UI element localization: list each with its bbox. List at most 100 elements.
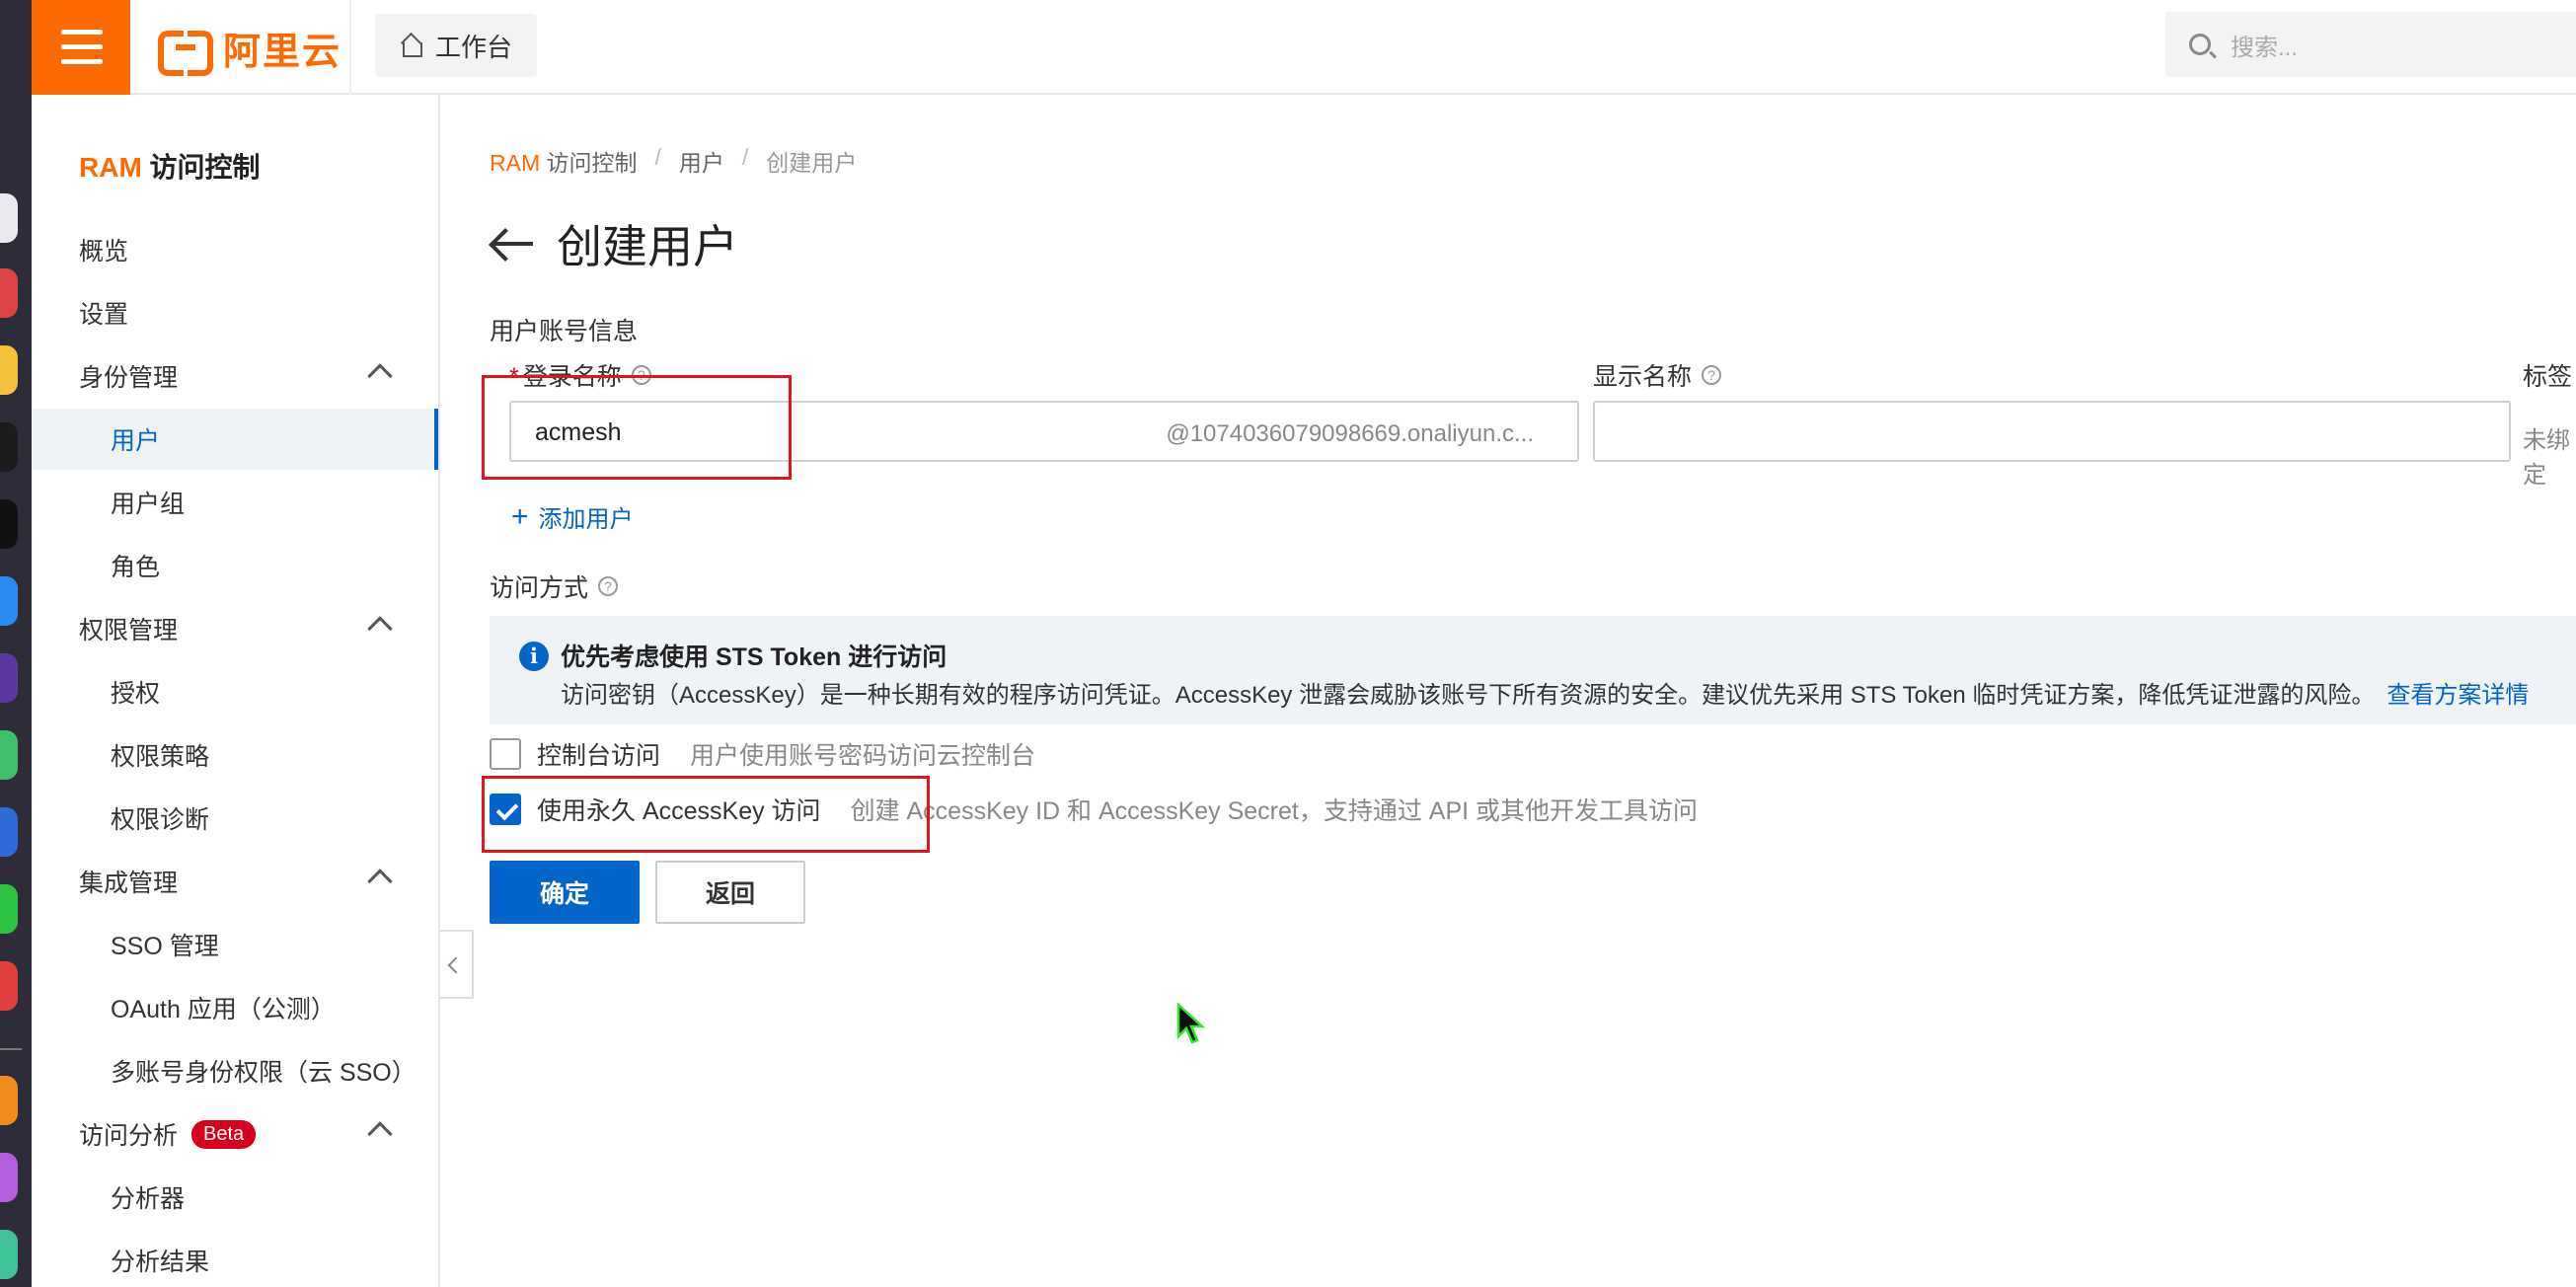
access-method-label: 访问方式 ? [490, 568, 619, 604]
confirm-button[interactable]: 确定 [490, 861, 640, 924]
aliyun-logo[interactable]: 阿里云 [158, 22, 342, 76]
breadcrumb-separator: / [741, 144, 749, 170]
sidebar-title-ram: RAM [79, 152, 142, 183]
dock-app-icon[interactable] [0, 1230, 18, 1279]
dock-app-icon[interactable] [0, 807, 18, 857]
back-arrow-icon[interactable] [490, 229, 535, 259]
info-icon: i [519, 642, 549, 671]
topbar-divider [349, 0, 351, 95]
breadcrumb-separator: / [654, 144, 661, 170]
breadcrumb-ram: RAM [490, 150, 541, 176]
dock-app-icon[interactable] [0, 576, 18, 626]
page-title: 创建用户 [557, 221, 738, 272]
breadcrumb-current: 创建用户 [766, 150, 858, 176]
macos-dock [0, 0, 32, 1287]
workbench-button[interactable]: 工作台 [375, 14, 537, 77]
sidebar-item-user-groups[interactable]: 用户组 [32, 472, 438, 533]
sidebar-item-oauth[interactable]: OAuth 应用（公测） [32, 977, 438, 1038]
sidebar-item-analysis-results[interactable]: 分析结果 [32, 1230, 438, 1287]
sidebar-item-label: 访问分析 [79, 1122, 179, 1150]
breadcrumb-root[interactable]: RAM 访问控制 [490, 144, 638, 178]
dock-app-icon[interactable] [0, 422, 18, 472]
sidebar-group-integration[interactable]: 集成管理 [32, 851, 438, 912]
logo-text: 阿里云 [223, 31, 342, 73]
sidebar: RAM 访问控制 概览 设置 身份管理 用户 用户组 角色 权限管理 授权 权限… [32, 95, 440, 1287]
chevron-up-icon [367, 363, 393, 389]
sidebar-item-label: 权限诊断 [111, 806, 210, 834]
workbench-label: 工作台 [434, 32, 512, 62]
accesskey-access-desc: 创建 AccessKey ID 和 AccessKey Secret，支持通过 … [850, 797, 1699, 825]
sidebar-item-label: 权限策略 [111, 743, 210, 771]
sidebar-group-identity[interactable]: 身份管理 [32, 345, 438, 407]
help-icon[interactable]: ? [1702, 365, 1722, 385]
section-account-info: 用户账号信息 [490, 318, 639, 345]
sidebar-item-label: 角色 [111, 554, 161, 581]
sidebar-title: RAM 访问控制 [79, 146, 261, 186]
dock-app-icon[interactable] [0, 1076, 18, 1125]
display-name-label: 显示名称 ? [1593, 357, 1722, 393]
console-access-checkbox[interactable] [490, 738, 521, 770]
sidebar-item-diagnosis[interactable]: 权限诊断 [32, 788, 438, 849]
sidebar-item-roles[interactable]: 角色 [32, 535, 438, 596]
breadcrumb-root-text: 访问控制 [540, 150, 638, 176]
sidebar-item-label: 集成管理 [79, 870, 179, 897]
tag-value[interactable]: 未绑定 [2523, 420, 2576, 490]
breadcrumb: RAM 访问控制 / 用户 / 创建用户 [490, 144, 857, 178]
aliyun-logo-icon [158, 31, 213, 76]
top-bar: 阿里云 工作台 搜索... [32, 0, 2576, 95]
add-user-label: 添加用户 [538, 506, 634, 533]
help-icon[interactable]: ? [598, 576, 619, 596]
sidebar-item-label: 用户组 [111, 491, 186, 518]
sidebar-group-access-analysis[interactable]: 访问分析 Beta [32, 1103, 438, 1165]
info-body: 访问密钥（AccessKey）是一种长期有效的程序访问凭证。AccessKey … [561, 682, 2376, 709]
sidebar-item-label: 权限管理 [79, 617, 179, 644]
chevron-up-icon [367, 616, 393, 642]
back-button[interactable]: 返回 [655, 861, 805, 924]
info-body-row: 访问密钥（AccessKey）是一种长期有效的程序访问凭证。AccessKey … [561, 675, 2529, 710]
main-content: RAM 访问控制 / 用户 / 创建用户 创建用户 用户账号信息 * 登录名称 ?… [442, 95, 2576, 1287]
sidebar-item-label: 分析器 [111, 1185, 186, 1213]
dock-app-icon[interactable] [0, 730, 18, 780]
search-input[interactable]: 搜索... [2165, 12, 2576, 77]
dock-app-icon[interactable] [0, 884, 18, 934]
chevron-up-icon [367, 1121, 393, 1147]
tag-label: 标签 [2523, 357, 2572, 393]
sidebar-item-overview[interactable]: 概览 [32, 219, 438, 280]
sidebar-item-cloud-sso[interactable]: 多账号身份权限（云 SSO） [32, 1040, 438, 1101]
mouse-cursor-icon [1176, 1003, 1206, 1044]
dock-app-icon[interactable] [0, 193, 18, 243]
display-name-label-text: 显示名称 [1593, 363, 1693, 391]
dock-separator [0, 1048, 22, 1050]
dock-app-icon[interactable] [0, 268, 18, 318]
sidebar-group-permissions[interactable]: 权限管理 [32, 598, 438, 659]
view-solution-link[interactable]: 查看方案详情 [2387, 682, 2529, 709]
sidebar-item-label: OAuth 应用（公测） [111, 996, 336, 1023]
breadcrumb-users[interactable]: 用户 [679, 144, 724, 178]
dock-app-icon[interactable] [0, 961, 18, 1011]
display-name-input[interactable] [1593, 401, 2511, 462]
sidebar-title-text: 访问控制 [141, 152, 261, 183]
sidebar-item-policies[interactable]: 权限策略 [32, 724, 438, 786]
chevron-up-icon [367, 869, 393, 894]
dock-app-icon[interactable] [0, 345, 18, 395]
dock-app-icon[interactable] [0, 1153, 18, 1202]
tag-label-text: 标签 [2523, 363, 2573, 391]
dock-app-icon[interactable] [0, 499, 18, 549]
add-user-button[interactable]: + 添加用户 [511, 499, 634, 534]
sidebar-item-analyzer[interactable]: 分析器 [32, 1167, 438, 1228]
dock-app-icon[interactable] [0, 653, 18, 703]
sidebar-item-grants[interactable]: 授权 [32, 661, 438, 722]
access-method-label-text: 访问方式 [490, 574, 589, 602]
sidebar-item-label: 授权 [111, 680, 161, 708]
sidebar-item-label: 用户 [111, 427, 161, 455]
sidebar-item-users[interactable]: 用户 [32, 409, 438, 470]
sidebar-item-sso[interactable]: SSO 管理 [32, 914, 438, 975]
screen: 阿里云 工作台 搜索... RAM 访问控制 概览 设置 身份管理 用户 用户组… [0, 0, 2576, 1287]
console-access-label: 控制台访问 [537, 742, 661, 770]
sidebar-item-settings[interactable]: 设置 [32, 282, 438, 343]
sidebar-item-label: 分析结果 [111, 1249, 210, 1276]
hamburger-menu-button[interactable] [32, 0, 130, 95]
console-access-option[interactable]: 控制台访问 用户使用账号密码访问云控制台 [490, 736, 1035, 772]
search-placeholder: 搜索... [2231, 34, 2299, 61]
page-header: 创建用户 [490, 211, 738, 276]
